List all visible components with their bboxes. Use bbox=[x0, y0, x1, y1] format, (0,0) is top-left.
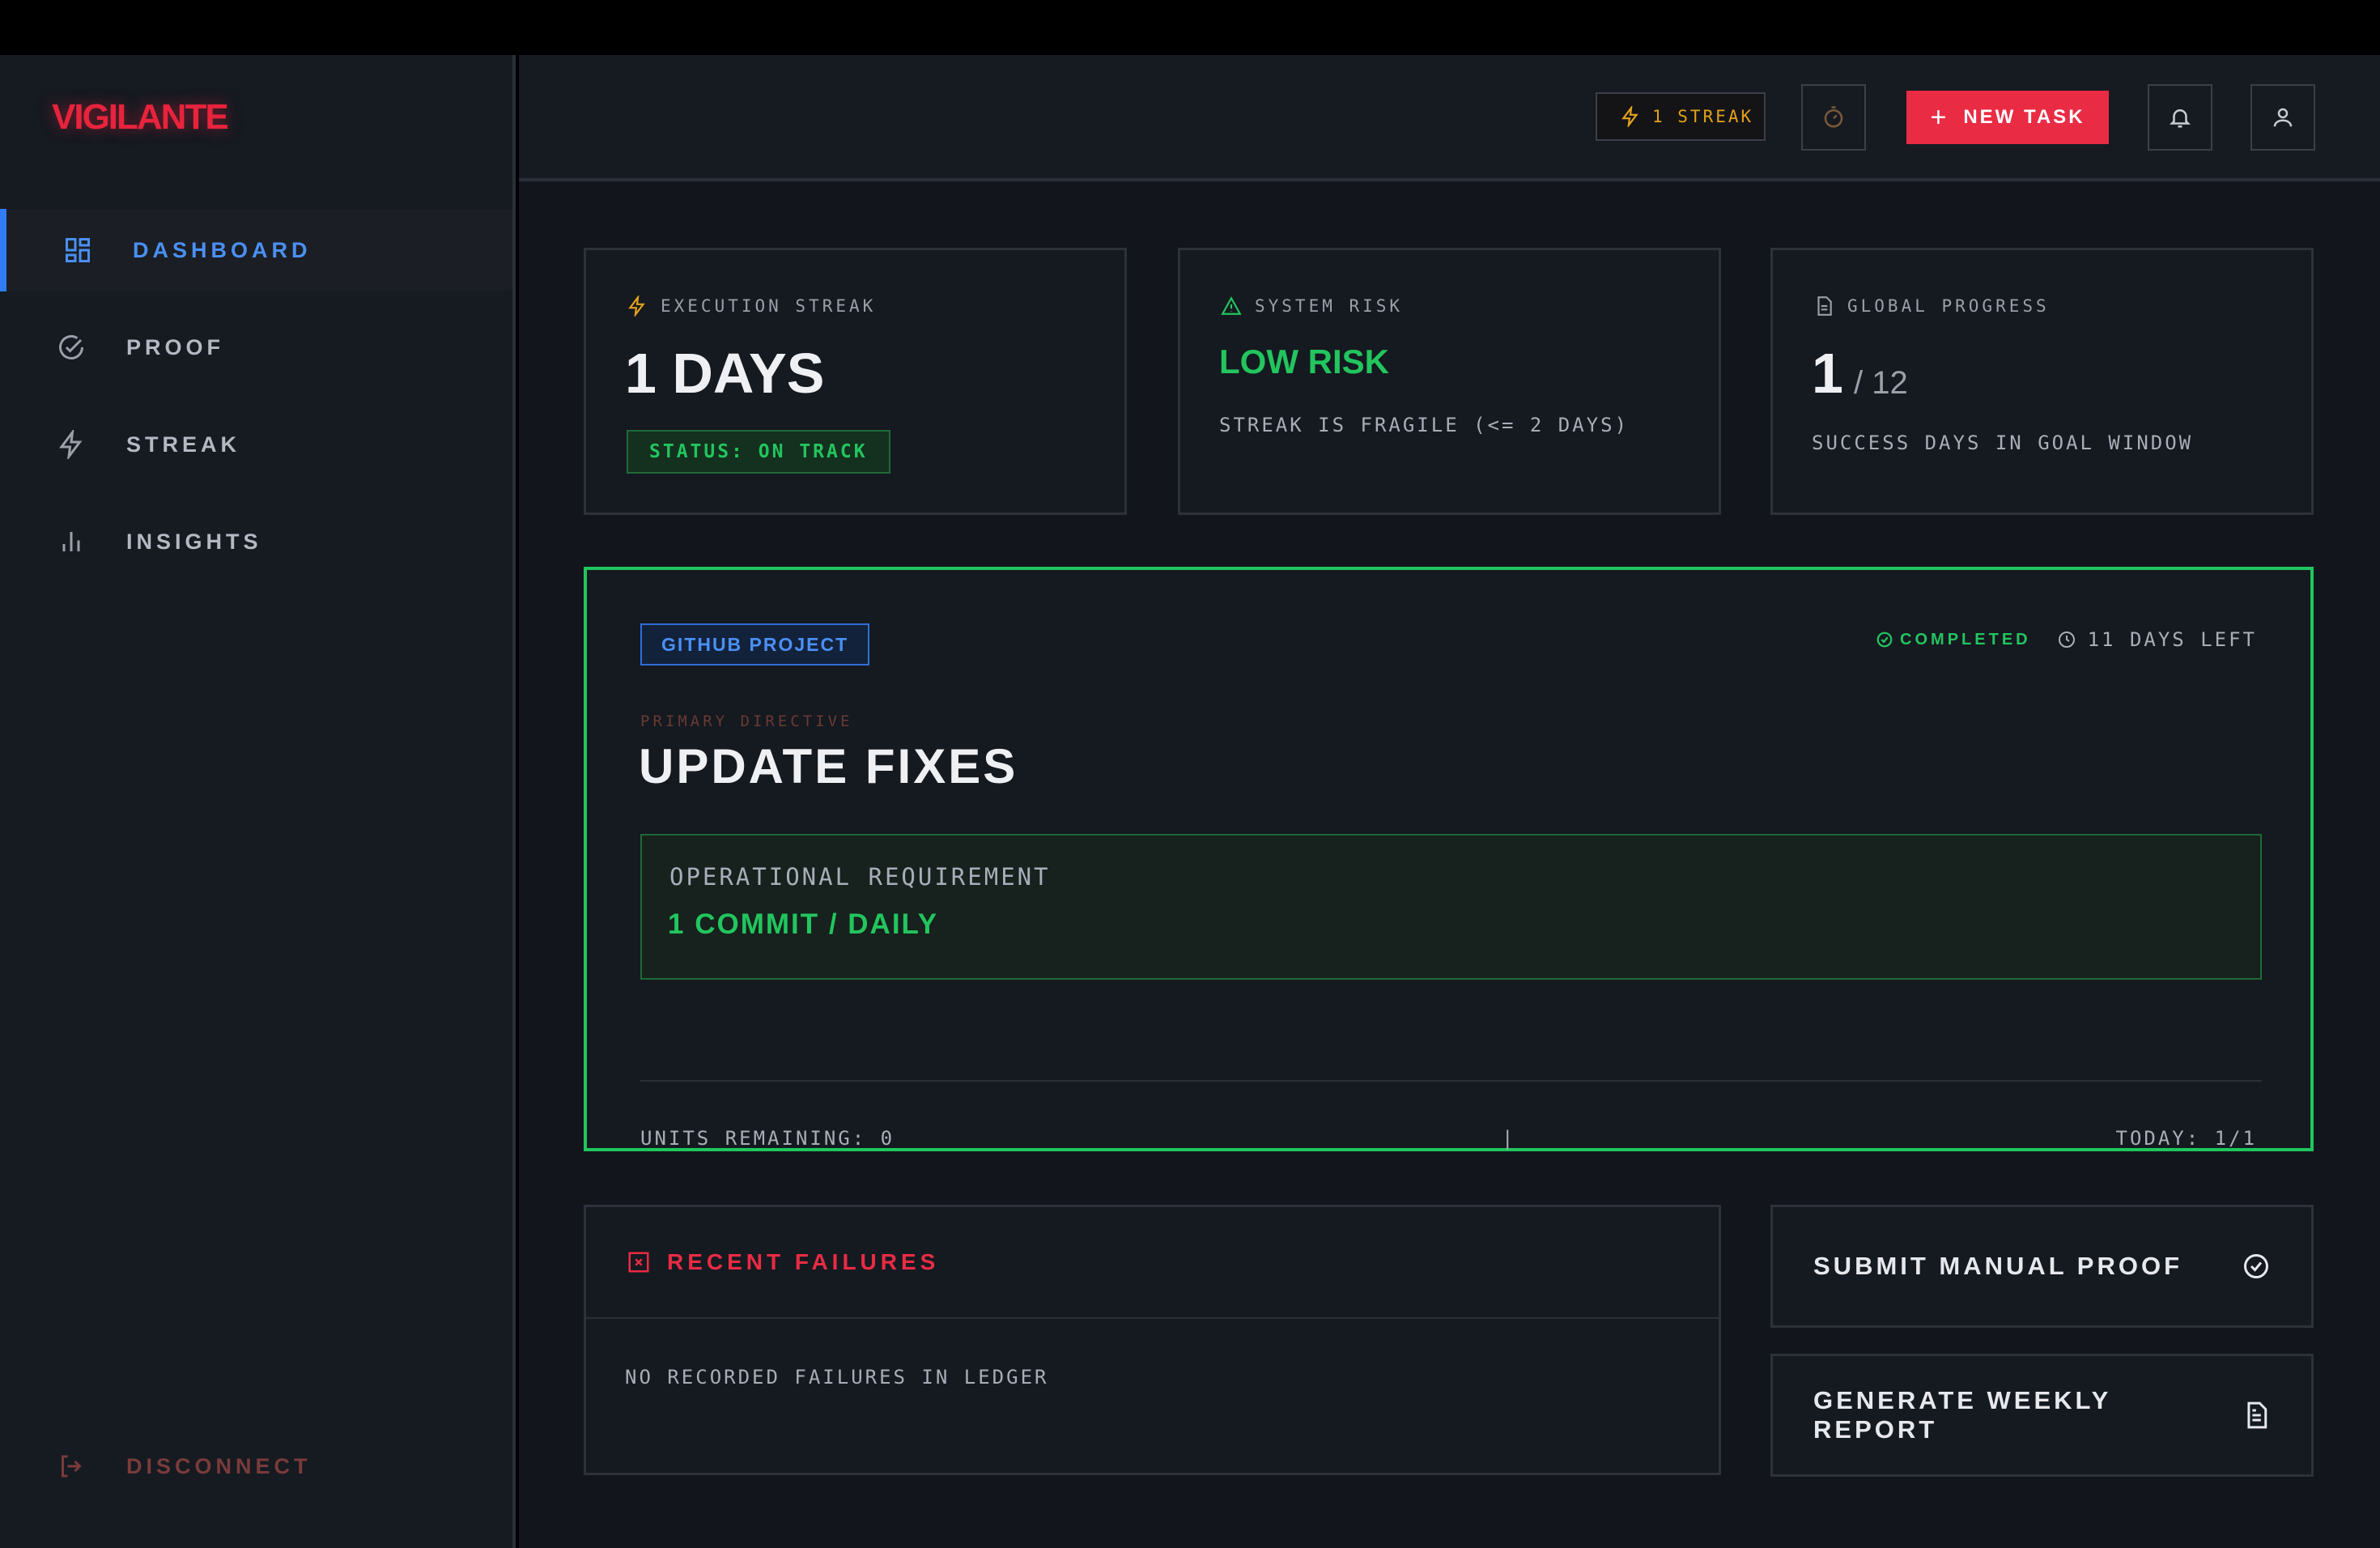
check-circle-icon bbox=[59, 335, 83, 359]
submit-proof-button[interactable]: SUBMIT MANUAL PROOF bbox=[1770, 1205, 2314, 1328]
today-progress: TODAY: 1/1 bbox=[2115, 1127, 2257, 1150]
risk-note: STREAK IS FRAGILE (<= 2 DAYS) bbox=[1219, 414, 1630, 436]
execution-streak-card: EXECUTION STREAK 1 DAYS STATUS: ON TRACK bbox=[584, 248, 1127, 515]
card-label: SYSTEM RISK bbox=[1221, 296, 1403, 317]
app-logo: VIGILANTE bbox=[52, 97, 229, 137]
progress-total: / 12 bbox=[1854, 365, 1908, 401]
sidebar-item-label: INSIGHTS bbox=[126, 529, 262, 554]
bell-icon bbox=[2169, 109, 2191, 128]
divider bbox=[586, 1317, 1719, 1319]
timer-button[interactable] bbox=[1801, 84, 1866, 151]
global-progress-label: GLOBAL PROGRESS bbox=[1847, 296, 2050, 316]
stopwatch-icon bbox=[1824, 106, 1843, 128]
lightning-icon bbox=[1621, 106, 1638, 127]
requirement-label: OPERATIONAL REQUIREMENT bbox=[669, 863, 1051, 891]
days-left: 11 DAYS LEFT bbox=[2057, 628, 2257, 651]
card-label: EXECUTION STREAK bbox=[627, 296, 876, 317]
sidebar-item-label: STREAK bbox=[126, 432, 241, 457]
completed-status: COMPLETED bbox=[1876, 631, 2031, 649]
days-left-label: 11 DAYS LEFT bbox=[2087, 628, 2257, 651]
task-category-tag: GITHUB PROJECT bbox=[640, 623, 870, 666]
failures-title: RECENT FAILURES bbox=[667, 1249, 940, 1274]
notifications-button[interactable] bbox=[2148, 84, 2212, 151]
dashboard-icon bbox=[66, 238, 90, 262]
sidebar: VIGILANTE DASHBOARD PROOF STREAK INSIGHT… bbox=[0, 55, 516, 1548]
recent-failures-card: RECENT FAILURES NO RECORDED FAILURES IN … bbox=[584, 1205, 1721, 1475]
status-badge: STATUS: ON TRACK bbox=[627, 430, 890, 474]
progress-note: SUCCESS DAYS IN GOAL WINDOW bbox=[1812, 432, 2194, 454]
sidebar-item-proof[interactable]: PROOF bbox=[0, 306, 512, 389]
sidebar-item-insights[interactable]: INSIGHTS bbox=[0, 500, 512, 583]
streak-days-value: 1 DAYS bbox=[625, 342, 825, 405]
task-title: UPDATE FIXES bbox=[639, 739, 1018, 793]
system-risk-label: SYSTEM RISK bbox=[1255, 296, 1404, 316]
submit-proof-label: SUBMIT MANUAL PROOF bbox=[1813, 1252, 2183, 1280]
separator: | bbox=[1502, 1127, 1514, 1150]
disconnect-button[interactable]: DISCONNECT bbox=[0, 1425, 512, 1508]
check-circle-icon bbox=[1876, 632, 1893, 648]
warning-icon bbox=[1221, 296, 1242, 315]
document-icon bbox=[2247, 1401, 2267, 1429]
document-icon bbox=[1817, 296, 1832, 316]
streak-label: 1 STREAK bbox=[1652, 107, 1754, 126]
failures-empty-text: NO RECORDED FAILURES IN LEDGER bbox=[625, 1366, 1049, 1389]
sidebar-item-streak[interactable]: STREAK bbox=[0, 403, 512, 486]
directive-label: PRIMARY DIRECTIVE bbox=[640, 712, 853, 730]
user-icon bbox=[2273, 108, 2293, 127]
completed-label: COMPLETED bbox=[1900, 630, 2031, 649]
x-square-icon bbox=[628, 1252, 649, 1273]
plus-icon: + bbox=[1930, 102, 1949, 133]
failures-header: RECENT FAILURES bbox=[627, 1249, 939, 1275]
profile-button[interactable] bbox=[2250, 84, 2315, 151]
progress-value: 1 bbox=[1812, 342, 1843, 405]
top-header: 1 STREAK + NEW TASK bbox=[519, 55, 2380, 181]
divider bbox=[640, 1080, 2262, 1082]
requirement-value: 1 COMMIT / DAILY bbox=[668, 908, 939, 940]
clock-icon bbox=[2058, 632, 2075, 648]
sidebar-item-dashboard[interactable]: DASHBOARD bbox=[0, 209, 512, 291]
logout-icon bbox=[62, 1455, 82, 1478]
window-top-bar bbox=[0, 0, 2380, 55]
risk-level-value: LOW RISK bbox=[1219, 342, 1389, 381]
lightning-icon bbox=[59, 430, 83, 459]
weekly-report-label: GENERATE WEEKLY REPORT bbox=[1813, 1386, 2111, 1444]
global-progress-card: GLOBAL PROGRESS 1 / 12 SUCCESS DAYS IN G… bbox=[1770, 248, 2314, 515]
card-label: GLOBAL PROGRESS bbox=[1813, 296, 2050, 317]
primary-task-card[interactable]: GITHUB PROJECT COMPLETED 11 DAYS LEFT PR… bbox=[584, 567, 2314, 1151]
task-meta: COMPLETED 11 DAYS LEFT bbox=[1876, 628, 2257, 651]
new-task-label: NEW TASK bbox=[1963, 106, 2085, 128]
system-risk-card: SYSTEM RISK LOW RISK STREAK IS FRAGILE (… bbox=[1178, 248, 1721, 515]
new-task-button[interactable]: + NEW TASK bbox=[1906, 91, 2109, 144]
execution-streak-label: EXECUTION STREAK bbox=[661, 296, 877, 316]
bar-chart-icon bbox=[62, 532, 80, 551]
disconnect-label: DISCONNECT bbox=[126, 1453, 312, 1478]
lightning-icon bbox=[628, 296, 645, 317]
main-content: 1 STREAK + NEW TASK EXECUTION STREAK 1 D… bbox=[519, 55, 2380, 1548]
sidebar-item-label: PROOF bbox=[126, 334, 225, 359]
units-remaining: UNITS REMAINING: 0 bbox=[640, 1127, 895, 1150]
weekly-report-button[interactable]: GENERATE WEEKLY REPORT bbox=[1770, 1354, 2314, 1477]
check-circle-icon bbox=[2244, 1254, 2268, 1278]
requirement-box: OPERATIONAL REQUIREMENT 1 COMMIT / DAILY bbox=[640, 834, 2262, 980]
sidebar-item-label: DASHBOARD bbox=[133, 237, 312, 262]
streak-indicator[interactable]: 1 STREAK bbox=[1596, 92, 1766, 141]
